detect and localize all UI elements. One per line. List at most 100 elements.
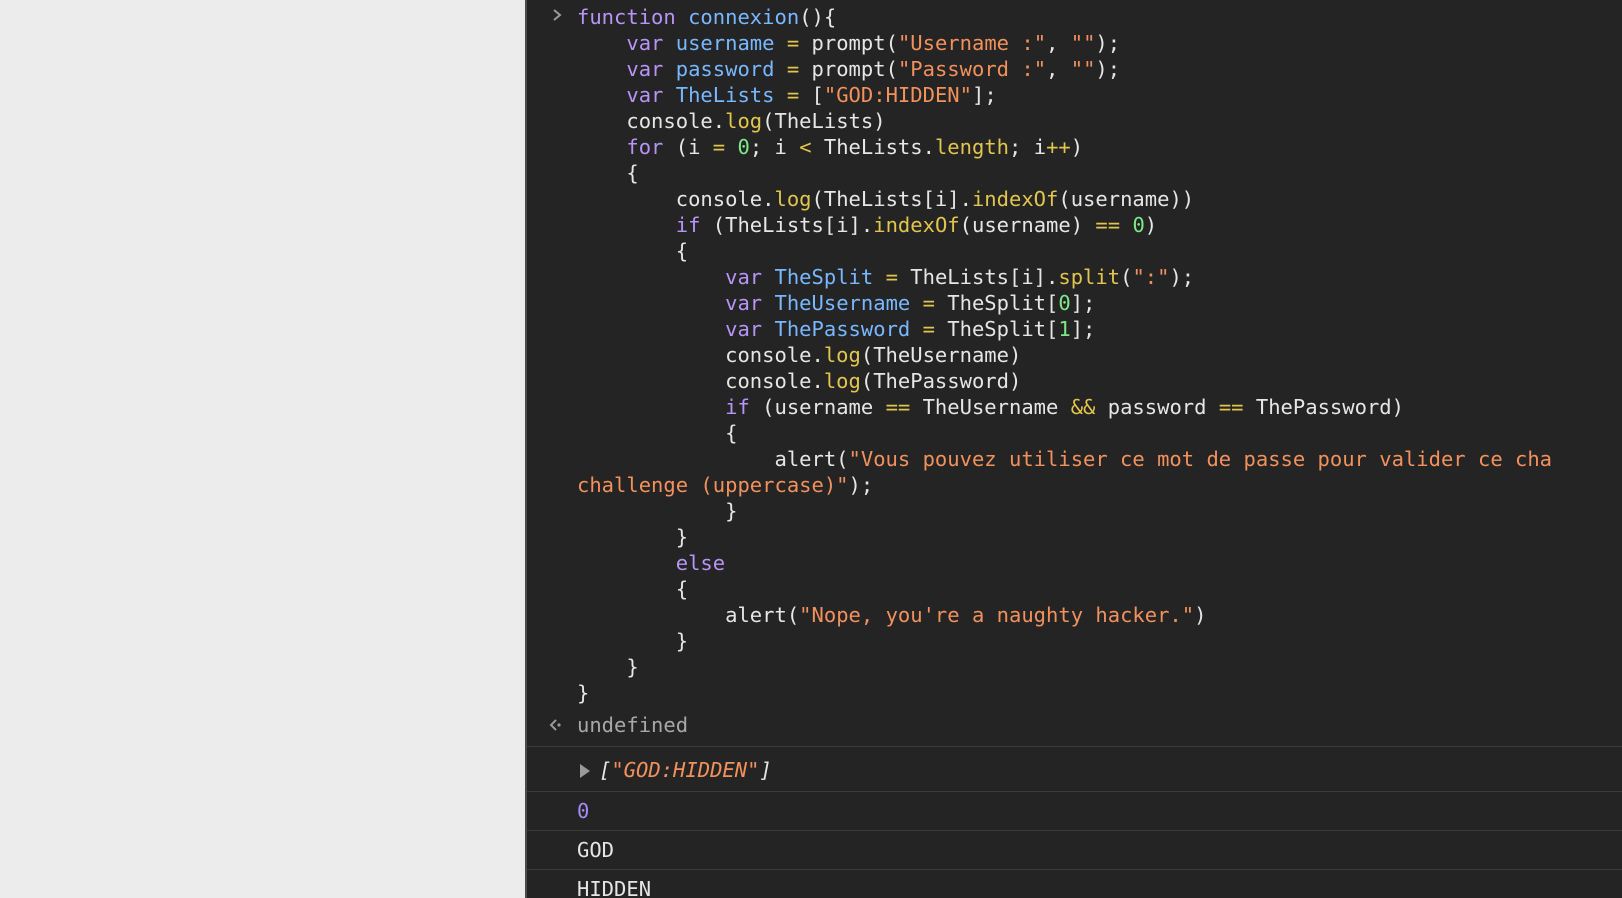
code-token: indexOf [873,213,960,237]
code-token: "Password :" [897,57,1047,81]
code-token: < [799,135,824,159]
array-preview: ["GOD:HIDDEN"] [577,758,772,782]
console-input-entry: function connexion(){ var username = pro… [527,0,1622,706]
code-token: ":" [1132,265,1170,289]
console-return-row: undefined [527,706,1622,747]
code-token: (username [762,395,886,419]
code-line: } [577,524,1622,550]
code-line: alert("Nope, you're a naughty hacker.") [577,602,1622,628]
code-token: prompt( [811,57,898,81]
code-token: TheSplit [774,265,886,289]
code-token: = [786,31,812,55]
console-log-number: 0 [527,792,1622,831]
code-token: TheLists[i]. [910,265,1059,289]
code-token: = [712,135,738,159]
code-line: var TheLists = ["GOD:HIDDEN"]; [577,82,1622,108]
code-token: length [934,135,1010,159]
code-token: TheUsername [774,291,923,315]
code-token: ThePassword) [1255,395,1404,419]
code-token: password [1107,395,1219,419]
console-code-block[interactable]: function connexion(){ var username = pro… [527,4,1622,706]
code-line: var username = prompt("Username :", ""); [577,30,1622,56]
code-token: prompt( [811,31,898,55]
code-token: var [725,291,775,315]
return-value: undefined [577,713,689,737]
code-token: , [1046,31,1071,55]
code-token: = [786,57,812,81]
code-token: alert( [577,603,800,627]
console-log-array[interactable]: ["GOD:HIDDEN"] [527,747,1622,792]
code-line: function connexion(){ [577,4,1622,30]
code-line: } [577,498,1622,524]
code-token: TheSplit[ [947,291,1059,315]
code-line: var password = prompt("Password :", ""); [577,56,1622,82]
array-open-bracket: [ [599,758,612,782]
code-token: ]; [971,83,997,107]
code-token: 0 [737,135,750,159]
code-token: if [725,395,763,419]
code-line: { [577,238,1622,264]
code-token: var [725,265,775,289]
code-token: console. [577,109,726,133]
log-username-value: GOD [577,838,615,862]
code-token: var [626,57,676,81]
return-arrow-icon [549,719,561,731]
code-line: console.log(TheUsername) [577,342,1622,368]
code-token: "" [1070,31,1096,55]
code-token: log [774,187,812,211]
code-token: ]; [1070,317,1096,341]
code-token: == [1095,213,1133,237]
code-token: , [1046,57,1071,81]
array-close-bracket: ] [759,758,772,782]
code-line: alert("Vous pouvez utiliser ce mot de pa… [577,446,1622,472]
code-line: var TheSplit = TheLists[i].split(":"); [577,264,1622,290]
devtools-console[interactable]: function connexion(){ var username = pro… [525,0,1622,898]
code-token: log [725,109,763,133]
code-token: (TheLists) [762,109,886,133]
code-line: challenge (uppercase)"); [577,472,1622,498]
code-token: var [725,317,775,341]
code-token: ) [1144,213,1158,237]
console-log-password: HIDDEN [527,870,1622,898]
code-line: if (TheLists[i].indexOf(username) == 0) [577,212,1622,238]
code-token: TheLists [675,83,787,107]
code-token: (i [675,135,713,159]
code-line: } [577,680,1622,706]
code-token: ThePassword [774,317,923,341]
code-token: 0 [1058,291,1071,315]
code-token: { [577,161,639,185]
code-token: connexion [688,5,800,29]
code-line: console.log(ThePassword) [577,368,1622,394]
code-token: if [675,213,713,237]
code-line: if (username == TheUsername && password … [577,394,1622,420]
code-token: } [577,681,590,705]
code-line: var TheUsername = TheSplit[0]; [577,290,1622,316]
code-line: { [577,160,1622,186]
expand-triangle-icon[interactable] [580,764,590,778]
code-token: { [577,239,689,263]
code-line: { [577,576,1622,602]
code-token: TheUsername [922,395,1071,419]
code-token: challenge (uppercase)" [577,473,849,497]
code-token: ]; [1070,291,1096,315]
code-token: "Vous pouvez utiliser ce mot de passe po… [848,447,1553,471]
code-token: alert( [577,447,849,471]
code-token: for [626,135,676,159]
code-line: console.log(TheLists[i].indexOf(username… [577,186,1622,212]
code-token: } [577,499,738,523]
code-token: = [885,265,911,289]
code-token: console. [577,187,775,211]
code-line: var ThePassword = TheSplit[1]; [577,316,1622,342]
code-token: TheLists. [823,135,935,159]
array-item: "GOD:HIDDEN" [611,758,760,782]
console-log-username: GOD [527,831,1622,870]
code-token: = [786,83,812,107]
prompt-chevron-icon [553,9,562,21]
